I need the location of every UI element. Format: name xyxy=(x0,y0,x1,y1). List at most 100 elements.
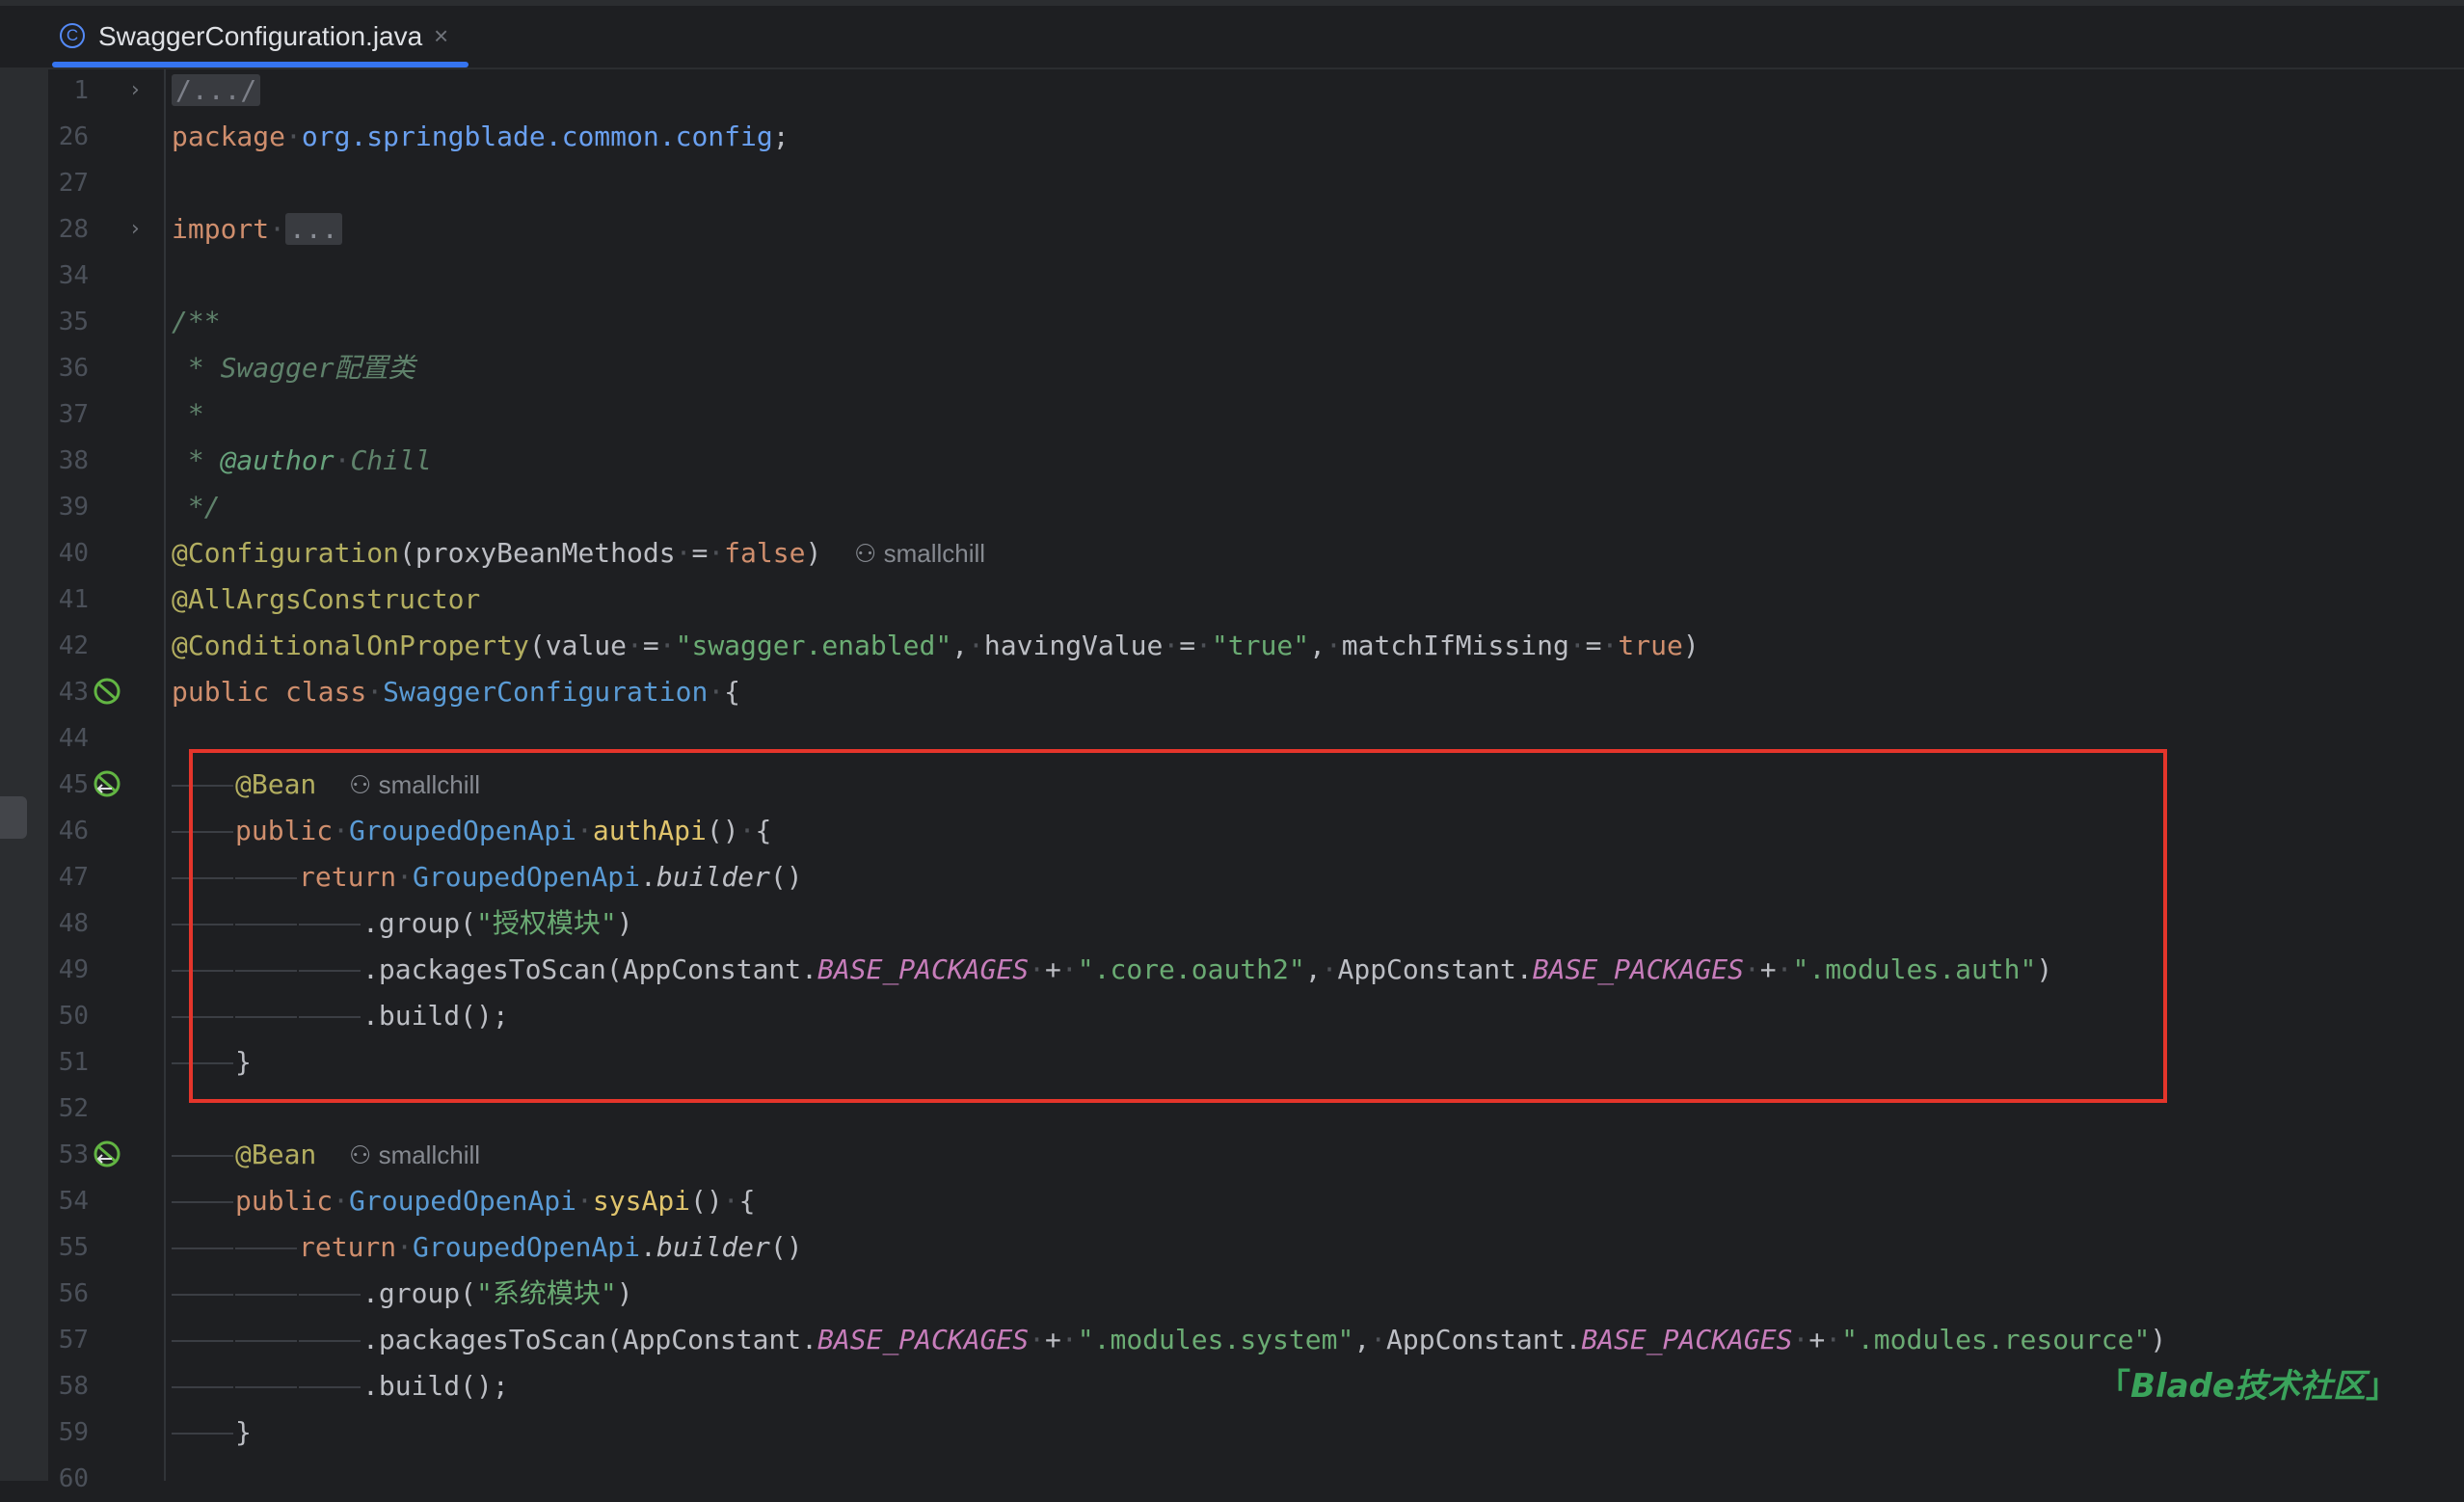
line-number: 43 xyxy=(58,678,89,707)
line-number: 53 xyxy=(58,1140,89,1169)
code-line-41: @AllArgsConstructor xyxy=(172,577,480,623)
method-call: .group( xyxy=(362,1277,477,1309)
class-c-icon: C xyxy=(60,23,85,48)
code-line-38: * @author·Chill xyxy=(172,444,432,476)
string-literal: "true" xyxy=(1211,630,1310,661)
static-method: builder xyxy=(656,1231,770,1263)
code-line-1: /.../ xyxy=(172,67,261,114)
code-line-59: } xyxy=(172,1409,252,1456)
keyword: public xyxy=(235,1185,334,1217)
fold-expand-icon[interactable]: › xyxy=(131,206,140,253)
left-tool-strip xyxy=(0,69,48,1481)
class-ref: AppConstant. xyxy=(1386,1324,1582,1355)
line-number: 51 xyxy=(58,1048,89,1077)
line-number: 49 xyxy=(58,955,89,984)
line-number: 55 xyxy=(58,1233,89,1262)
highlight-box-authapi xyxy=(189,749,2167,1103)
code-line-39: */ xyxy=(172,484,221,530)
line-number: 26 xyxy=(58,122,89,151)
method-name: sysApi xyxy=(592,1185,691,1217)
author-inlay[interactable]: ⚇ smallchill xyxy=(349,1140,480,1169)
class-name: SwaggerConfiguration xyxy=(383,676,709,708)
code-line-56: .group("系统模块") xyxy=(172,1271,633,1317)
ide-window: C SwaggerConfiguration.java × 1 26 27 28… xyxy=(0,0,2464,1493)
line-number: 56 xyxy=(58,1279,89,1308)
line-number: 52 xyxy=(58,1094,89,1123)
line-number: 60 xyxy=(58,1464,89,1493)
annotation: @Bean xyxy=(235,1139,317,1170)
param-value: false xyxy=(724,537,806,569)
string-literal: ".modules.resource" xyxy=(1841,1324,2151,1355)
line-number: 40 xyxy=(58,539,89,568)
string-literal: ".modules.system" xyxy=(1077,1324,1354,1355)
keyword: import xyxy=(172,213,270,245)
watermark: 「Blade技术社区」 xyxy=(2098,1359,2398,1407)
line-number: 1 xyxy=(73,76,89,105)
tab-bar-top-border xyxy=(0,0,2464,6)
method-call: .build(); xyxy=(362,1370,509,1402)
line-number: 48 xyxy=(58,909,89,938)
code-line-55: return·GroupedOpenApi.builder() xyxy=(172,1224,803,1271)
keyword: package xyxy=(172,121,286,152)
tool-window-marker[interactable] xyxy=(0,796,27,839)
watermark-bracket: 「 xyxy=(2098,1367,2130,1406)
folded-imports[interactable]: ... xyxy=(285,213,342,245)
line-number: 46 xyxy=(58,817,89,845)
doc-comment: /** xyxy=(172,306,221,337)
constant: BASE_PACKAGES xyxy=(817,1324,1030,1355)
string-literal: "系统模块" xyxy=(476,1277,617,1309)
user-icon: ⚇ xyxy=(349,1140,379,1169)
line-number: 42 xyxy=(58,631,89,660)
tab-title: SwaggerConfiguration.java xyxy=(98,21,423,51)
line-number: 34 xyxy=(58,261,89,290)
line-number: 28 xyxy=(58,215,89,244)
doc-tag: @author xyxy=(220,444,335,476)
fold-expand-icon[interactable]: › xyxy=(131,67,140,114)
param-value: true xyxy=(1618,630,1683,661)
line-number: 35 xyxy=(58,308,89,336)
constant: BASE_PACKAGES xyxy=(1581,1324,1793,1355)
line-number: 39 xyxy=(58,493,89,522)
type-name: GroupedOpenApi xyxy=(349,1185,577,1217)
type-name: GroupedOpenApi xyxy=(413,1231,641,1263)
doc-comment: * xyxy=(172,444,221,476)
doc-comment-text: Swagger配置类 xyxy=(220,352,415,384)
author-name: smallchill xyxy=(883,539,986,568)
code-line-40: @Configuration(proxyBeanMethods·=·false)… xyxy=(172,537,986,569)
code-line-37: * xyxy=(172,391,204,438)
annotation: @Configuration xyxy=(172,537,400,569)
code-line-26: package·org.springblade.common.config; xyxy=(172,121,790,152)
folded-header-comment[interactable]: /.../ xyxy=(172,74,261,106)
line-number: 27 xyxy=(58,169,89,198)
code-line-54: public·GroupedOpenApi·sysApi()·{ xyxy=(172,1178,755,1224)
line-number: 41 xyxy=(58,585,89,614)
line-number: 57 xyxy=(58,1326,89,1354)
tab-close-icon[interactable]: × xyxy=(434,21,448,51)
author-inlay[interactable]: ⚇ smallchill xyxy=(854,539,985,568)
line-number: 45 xyxy=(58,770,89,799)
param-name: matchIfMissing xyxy=(1341,630,1569,661)
line-number: 59 xyxy=(58,1418,89,1447)
param-name: havingValue xyxy=(983,630,1164,661)
spring-bean-icon[interactable] xyxy=(93,677,121,706)
line-number: 58 xyxy=(58,1372,89,1401)
param-name: value xyxy=(545,630,628,661)
code-line-42: @ConditionalOnProperty(value·=·"swagger.… xyxy=(172,630,1700,661)
tab-swagger-configuration[interactable]: C SwaggerConfiguration.java × xyxy=(52,10,469,67)
package-name: org.springblade.common.config xyxy=(301,121,773,152)
spring-bean-method-icon[interactable] xyxy=(93,1140,121,1168)
doc-comment: * xyxy=(172,398,204,430)
code-line-43: public class·SwaggerConfiguration·{ xyxy=(172,676,741,708)
annotation: @AllArgsConstructor xyxy=(172,583,481,615)
line-number: 38 xyxy=(58,446,89,475)
spring-bean-method-icon[interactable] xyxy=(93,769,121,798)
doc-author: Chill xyxy=(350,444,432,476)
line-number: 37 xyxy=(58,400,89,429)
doc-comment: */ xyxy=(172,491,221,523)
code-line-28: import·... xyxy=(172,206,342,253)
line-number: 54 xyxy=(58,1187,89,1216)
code-line-58: .build(); xyxy=(172,1363,509,1409)
method-call: .packagesToScan(AppConstant. xyxy=(362,1324,818,1355)
watermark-text: Blade技术社区 xyxy=(2130,1367,2366,1406)
line-number: 47 xyxy=(58,863,89,892)
